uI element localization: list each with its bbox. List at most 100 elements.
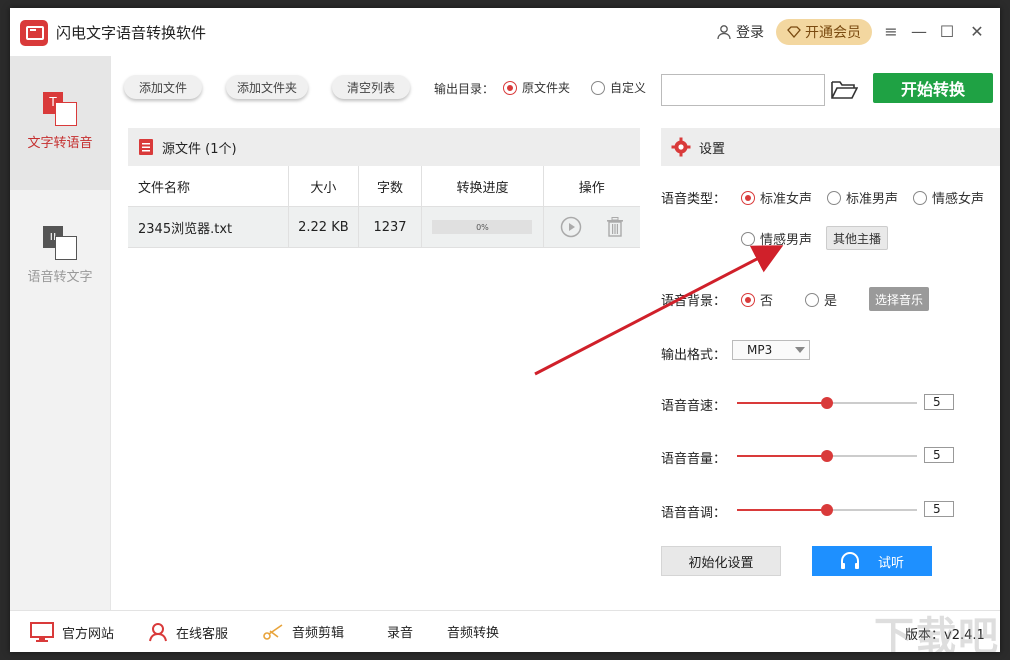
diamond-icon: [787, 26, 801, 38]
monitor-icon: [30, 622, 54, 642]
vip-button[interactable]: 开通会员: [776, 19, 872, 45]
format-value: MP3: [747, 343, 773, 357]
slider-thumb[interactable]: [821, 397, 833, 409]
radio-unchecked: [591, 80, 605, 95]
output-source-radio[interactable]: 原文件夹: [503, 79, 570, 96]
pitch-value-input[interactable]: 5: [924, 501, 954, 517]
radio-checked: [503, 80, 517, 95]
folder-open-icon[interactable]: [830, 78, 858, 100]
output-source-label: 原文件夹: [522, 81, 571, 95]
scissors-icon: [263, 623, 283, 640]
voice-option-label: 情感男声: [760, 233, 813, 248]
login-button[interactable]: 登录: [716, 22, 764, 42]
app-title: 闪电文字语音转换软件: [56, 24, 207, 42]
record-link[interactable]: 录音: [387, 622, 413, 641]
file-table: 文件名称 大小 字数 转换进度 操作 2345浏览器.txt 2.22 KB 1…: [128, 166, 640, 248]
reset-settings-button[interactable]: 初始化设置: [661, 546, 781, 576]
menu-icon[interactable]: ≡: [880, 20, 902, 42]
voice-option-standard-female[interactable]: 标准女声: [741, 188, 812, 207]
radio-unchecked: [741, 231, 755, 246]
voice-option-label: 标准女声: [760, 192, 813, 207]
website-link[interactable]: 官方网站: [30, 622, 114, 642]
add-file-button[interactable]: 添加文件: [124, 75, 202, 99]
file-name-cell: 2345浏览器.txt: [128, 207, 290, 247]
voice-type-label: 语音类型：: [661, 192, 727, 207]
slider-fill: [737, 509, 827, 511]
footer-bar: 官方网站 在线客服 音频剪辑 录音 音频转换 版本：v2.4.1: [10, 610, 1000, 652]
column-header: 操作: [578, 180, 605, 196]
start-convert-button[interactable]: 开始转换: [873, 73, 993, 103]
slider-thumb[interactable]: [821, 450, 833, 462]
volume-label: 语音音量：: [661, 452, 727, 467]
sidebar-item-speech-to-text[interactable]: ıı 语音转文字: [10, 190, 110, 324]
close-icon[interactable]: ✕: [966, 20, 988, 42]
format-label: 输出格式：: [661, 348, 727, 363]
sidebar-item-text-to-speech[interactable]: T 文字转语音: [10, 56, 110, 190]
listen-button[interactable]: 试听: [812, 546, 932, 576]
radio-checked: [741, 292, 755, 307]
output-path-input[interactable]: [661, 74, 825, 106]
radio-checked: [741, 190, 755, 205]
table-header-row: 文件名称 大小 字数 转换进度 操作: [128, 166, 640, 207]
progress-cell: 0%: [422, 207, 544, 247]
gear-icon: [671, 137, 691, 157]
listen-label: 试听: [877, 555, 904, 571]
background-label: 语音背景：: [661, 294, 727, 309]
watermark: 下载吧: [874, 614, 1000, 652]
settings-header: 设置: [661, 128, 1000, 166]
column-header: 字数: [359, 166, 423, 206]
volume-slider[interactable]: [737, 450, 917, 462]
radio-unchecked: [827, 190, 841, 205]
speed-label: 语音音速：: [661, 399, 727, 414]
speed-slider[interactable]: [737, 397, 917, 409]
other-anchor-button[interactable]: 其他主播: [826, 226, 888, 250]
column-header: 转换进度: [422, 166, 544, 206]
speed-value-input[interactable]: 5: [924, 394, 954, 410]
background-no-radio[interactable]: 否: [741, 290, 773, 309]
app-window: 闪电文字语音转换软件 登录 开通会员 ≡ — ☐ ✕ T 文字转语音 ıı 语音…: [10, 8, 1000, 652]
maximize-icon[interactable]: ☐: [936, 20, 958, 42]
output-custom-label: 自定义: [610, 81, 647, 95]
background-yes-label: 是: [824, 294, 838, 309]
clear-list-button[interactable]: 清空列表: [332, 75, 410, 99]
chevron-down-icon: [795, 347, 805, 353]
headphones-icon: [840, 552, 859, 569]
sidebar-item-label: 语音转文字: [27, 270, 93, 285]
sidebar: T 文字转语音 ıı 语音转文字: [10, 56, 111, 612]
pitch-label: 语音音调：: [661, 506, 727, 521]
voice-option-label: 情感女声: [932, 192, 985, 207]
add-folder-button[interactable]: 添加文件夹: [226, 75, 308, 99]
delete-icon[interactable]: [606, 217, 624, 237]
voice-option-emotional-male[interactable]: 情感男声: [741, 229, 812, 248]
choose-music-button[interactable]: 选择音乐: [869, 287, 929, 311]
actions-cell: [544, 207, 640, 247]
audio-convert-link[interactable]: 音频转换: [447, 622, 499, 641]
radio-unchecked: [805, 292, 819, 307]
format-select[interactable]: MP3: [732, 340, 810, 360]
slider-fill: [737, 402, 827, 404]
progress-text: 0%: [476, 222, 489, 232]
slider-thumb[interactable]: [821, 504, 833, 516]
background-yes-radio[interactable]: 是: [805, 290, 837, 309]
table-row[interactable]: 2345浏览器.txt 2.22 KB 1237 0%: [128, 207, 640, 248]
voice-option-standard-male[interactable]: 标准男声: [827, 188, 898, 207]
char-count-cell: 1237: [359, 207, 423, 247]
radio-unchecked: [913, 190, 927, 205]
progress-bar: 0%: [432, 220, 533, 234]
voice-option-emotional-female[interactable]: 情感女声: [913, 188, 984, 207]
support-label: 在线客服: [176, 626, 229, 642]
file-list-title: 源文件 (1个): [162, 141, 237, 157]
audio-edit-link[interactable]: 音频剪辑: [262, 622, 344, 641]
sidebar-item-label: 文字转语音: [27, 136, 93, 151]
support-link[interactable]: 在线客服: [148, 622, 228, 642]
output-custom-radio[interactable]: 自定义: [591, 79, 646, 96]
slider-fill: [737, 455, 827, 457]
output-dir-label: 输出目录：: [434, 82, 495, 96]
play-icon[interactable]: [560, 216, 582, 238]
record-label: 录音: [387, 626, 414, 641]
volume-value-input[interactable]: 5: [924, 447, 954, 463]
minimize-icon[interactable]: —: [908, 20, 930, 42]
text-to-speech-icon: T: [43, 92, 77, 126]
pitch-slider[interactable]: [737, 504, 917, 516]
column-header: 文件名称: [128, 166, 290, 206]
